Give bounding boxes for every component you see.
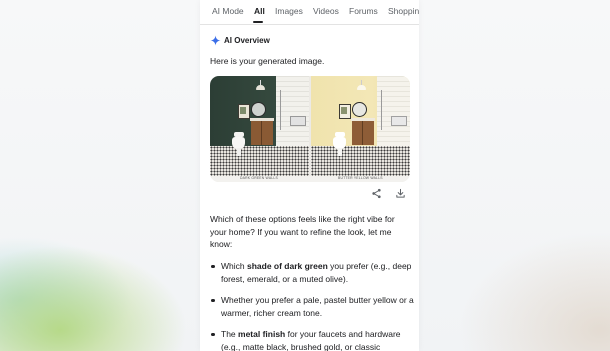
list-item-emphasis: metal finish	[238, 329, 286, 339]
search-results-panel: AI Mode All Images Videos Forums Shoppin…	[200, 0, 419, 351]
image-caption-strip: DARK GREEN WALLS BUTTER YELLOW WALLS	[210, 176, 410, 182]
search-tabs: AI Mode All Images Videos Forums Shoppin…	[200, 0, 419, 25]
sparkle-icon	[210, 35, 221, 46]
left-image-caption: DARK GREEN WALLS	[240, 176, 278, 180]
list-item: Which shade of dark green you prefer (e.…	[210, 260, 415, 285]
bullet-icon	[211, 298, 215, 302]
active-tab-indicator	[253, 21, 263, 23]
list-item-text: The	[221, 329, 239, 339]
tab-ai-mode[interactable]: AI Mode	[212, 6, 244, 16]
list-item-text: Which	[221, 261, 247, 271]
dark-green-room-image	[210, 76, 309, 176]
generated-image[interactable]: DARK GREEN WALLS BUTTER YELLOW WALLS	[210, 76, 410, 182]
butter-yellow-room-image	[311, 76, 410, 176]
tab-videos[interactable]: Videos	[313, 6, 339, 16]
download-icon[interactable]	[395, 188, 406, 199]
list-item-emphasis: shade of dark green	[246, 261, 328, 271]
share-icon[interactable]	[371, 188, 382, 199]
ai-overview-title: AI Overview	[224, 36, 270, 45]
right-image-caption: BUTTER YELLOW WALLS	[338, 176, 383, 180]
bullet-icon	[211, 332, 215, 336]
overview-intro: Here is your generated image.	[210, 56, 325, 66]
list-item: Whether you prefer a pale, pastel butter…	[210, 294, 415, 319]
tab-forums[interactable]: Forums	[349, 6, 378, 16]
tab-all[interactable]: All	[254, 6, 265, 16]
list-item-text: Whether you prefer a pale, pastel butter…	[221, 295, 414, 318]
overview-question: Which of these options feels like the ri…	[210, 214, 395, 249]
image-actions	[200, 188, 419, 200]
list-item: The metal finish for your faucets and ha…	[210, 328, 415, 351]
tab-shopping[interactable]: Shopping	[388, 6, 419, 16]
tab-images[interactable]: Images	[275, 6, 303, 16]
refinement-list: Which shade of dark green you prefer (e.…	[210, 260, 415, 351]
bullet-icon	[211, 264, 215, 268]
